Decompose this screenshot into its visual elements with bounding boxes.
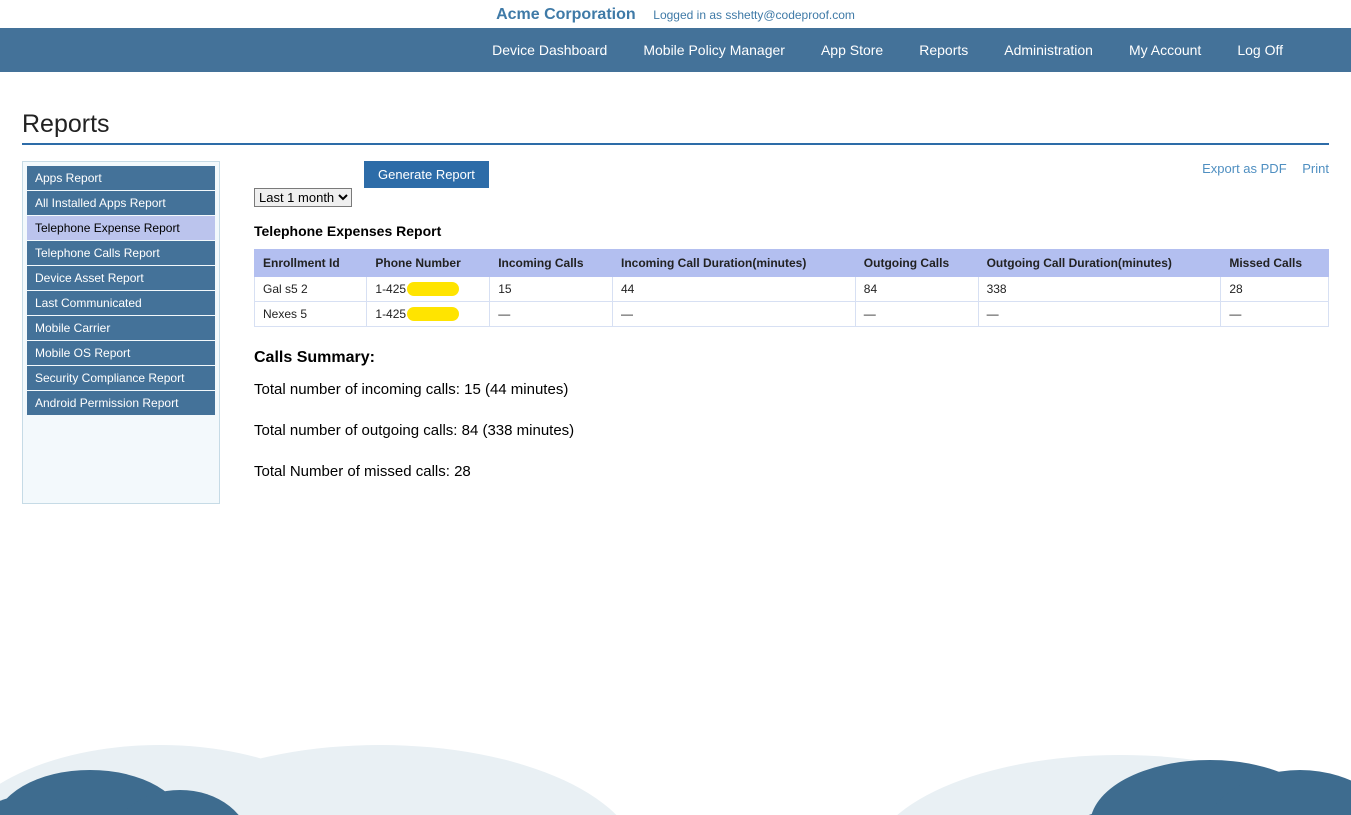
cell-incoming: — [490,302,613,327]
cell-in-dur: — [613,302,856,327]
col-out-dur: Outgoing Call Duration(minutes) [978,250,1221,277]
cell-outgoing: 84 [855,277,978,302]
print-link[interactable]: Print [1302,161,1329,176]
table-row: Nexes 5 1-425 — — — — — [255,302,1329,327]
col-in-dur: Incoming Call Duration(minutes) [613,250,856,277]
page-title: Reports [22,110,1329,139]
generate-report-button[interactable]: Generate Report [364,161,489,188]
sidebar-item-mobile-carrier[interactable]: Mobile Carrier [27,316,215,340]
sidebar-item-telephone-calls[interactable]: Telephone Calls Report [27,241,215,265]
main-nav: Device Dashboard Mobile Policy Manager A… [0,28,1351,72]
nav-reports[interactable]: Reports [919,42,968,58]
sidebar-item-android-permission[interactable]: Android Permission Report [27,391,215,415]
cell-in-dur: 44 [613,277,856,302]
nav-mobile-policy-manager[interactable]: Mobile Policy Manager [643,42,785,58]
export-links: Export as PDF Print [1190,161,1329,176]
cell-out-dur: 338 [978,277,1221,302]
nav-app-store[interactable]: App Store [821,42,883,58]
logged-in-text: Logged in as sshetty@codeproof.com [653,8,855,22]
cell-incoming: 15 [490,277,613,302]
col-incoming: Incoming Calls [490,250,613,277]
top-header: Acme Corporation Logged in as sshetty@co… [0,0,1351,28]
cell-outgoing: — [855,302,978,327]
footer-clouds-icon [0,715,1351,815]
company-name: Acme Corporation [496,6,636,23]
phone-prefix: 1-425 [375,282,406,296]
sidebar-item-apps-report[interactable]: Apps Report [27,166,215,190]
cell-phone: 1-425 [367,277,490,302]
summary-missed: Total Number of missed calls: 28 [254,463,1329,480]
report-title: Telephone Expenses Report [254,223,1329,239]
report-table: Enrollment Id Phone Number Incoming Call… [254,249,1329,327]
cell-missed: — [1221,302,1329,327]
cell-phone: 1-425 [367,302,490,327]
cell-out-dur: — [978,302,1221,327]
nav-device-dashboard[interactable]: Device Dashboard [492,42,607,58]
nav-my-account[interactable]: My Account [1129,42,1201,58]
nav-log-off[interactable]: Log Off [1237,42,1283,58]
sidebar: Apps Report All Installed Apps Report Te… [22,161,220,504]
export-pdf-link[interactable]: Export as PDF [1202,161,1287,176]
summary-title: Calls Summary: [254,349,1329,367]
summary-outgoing: Total number of outgoing calls: 84 (338 … [254,422,1329,439]
sidebar-item-mobile-os[interactable]: Mobile OS Report [27,341,215,365]
col-phone: Phone Number [367,250,490,277]
cell-missed: 28 [1221,277,1329,302]
sidebar-item-security-compliance[interactable]: Security Compliance Report [27,366,215,390]
col-enrollment: Enrollment Id [255,250,367,277]
col-outgoing: Outgoing Calls [855,250,978,277]
summary-incoming: Total number of incoming calls: 15 (44 m… [254,381,1329,398]
sidebar-item-last-communicated[interactable]: Last Communicated [27,291,215,315]
sidebar-item-all-installed-apps[interactable]: All Installed Apps Report [27,191,215,215]
redacted-icon [407,307,459,321]
cell-enrollment: Gal s5 2 [255,277,367,302]
col-missed: Missed Calls [1221,250,1329,277]
phone-prefix: 1-425 [375,307,406,321]
date-range-select[interactable]: Last 1 month [254,188,352,207]
cell-enrollment: Nexes 5 [255,302,367,327]
redacted-icon [407,282,459,296]
nav-administration[interactable]: Administration [1004,42,1093,58]
sidebar-item-device-asset[interactable]: Device Asset Report [27,266,215,290]
title-divider [22,143,1329,145]
table-row: Gal s5 2 1-425 15 44 84 338 28 [255,277,1329,302]
sidebar-item-telephone-expense[interactable]: Telephone Expense Report [27,216,215,240]
main-content: Generate Report Last 1 month Export as P… [254,161,1329,504]
table-header-row: Enrollment Id Phone Number Incoming Call… [255,250,1329,277]
